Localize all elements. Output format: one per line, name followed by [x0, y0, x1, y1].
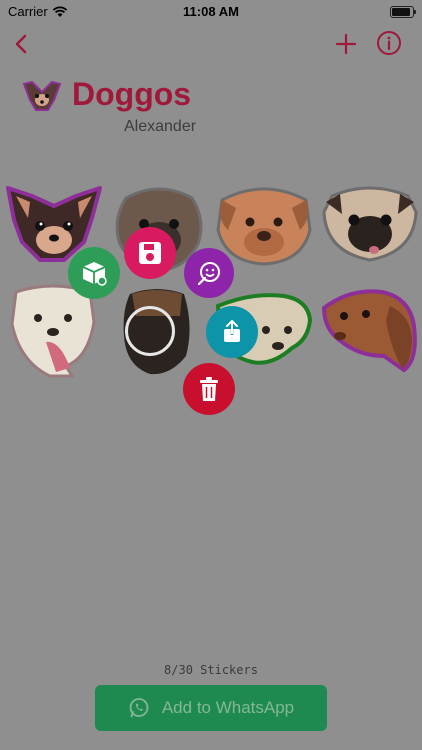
add-to-whatsapp-label: Add to WhatsApp — [161, 698, 295, 717]
clock: 11:08 AM — [183, 4, 239, 19]
edit-sticker-icon — [197, 262, 220, 286]
back-chevron-icon[interactable] — [10, 32, 34, 56]
save-sticker-button[interactable] — [124, 227, 176, 279]
save-icon — [139, 242, 161, 264]
pack-title: Doggos — [72, 76, 192, 112]
add-sticker-icon[interactable] — [334, 32, 358, 56]
package-icon — [82, 262, 107, 286]
sticker-vizsla[interactable] — [320, 286, 418, 374]
status-bar: Carrier 11:08 AM — [0, 0, 422, 24]
add-to-pack-button[interactable] — [68, 247, 120, 299]
sticker-bulldog-puppy[interactable] — [214, 182, 314, 266]
info-icon[interactable] — [376, 30, 402, 56]
whatsapp-icon — [129, 698, 149, 718]
selected-sticker-ring — [125, 306, 175, 356]
sticker-count: 8/30 Stickers — [164, 663, 258, 677]
pack-tray-icon — [22, 80, 62, 111]
sticker-pug-fawn[interactable] — [322, 182, 418, 262]
share-icon — [224, 320, 240, 342]
edit-sticker-button[interactable] — [184, 248, 234, 298]
trash-icon — [200, 377, 218, 401]
share-sticker-button[interactable] — [206, 306, 258, 358]
delete-sticker-button[interactable] — [183, 363, 235, 415]
add-to-whatsapp-button[interactable]: Add to WhatsApp — [95, 685, 327, 731]
battery-icon — [390, 6, 416, 18]
pack-author: Alexander — [124, 118, 197, 135]
